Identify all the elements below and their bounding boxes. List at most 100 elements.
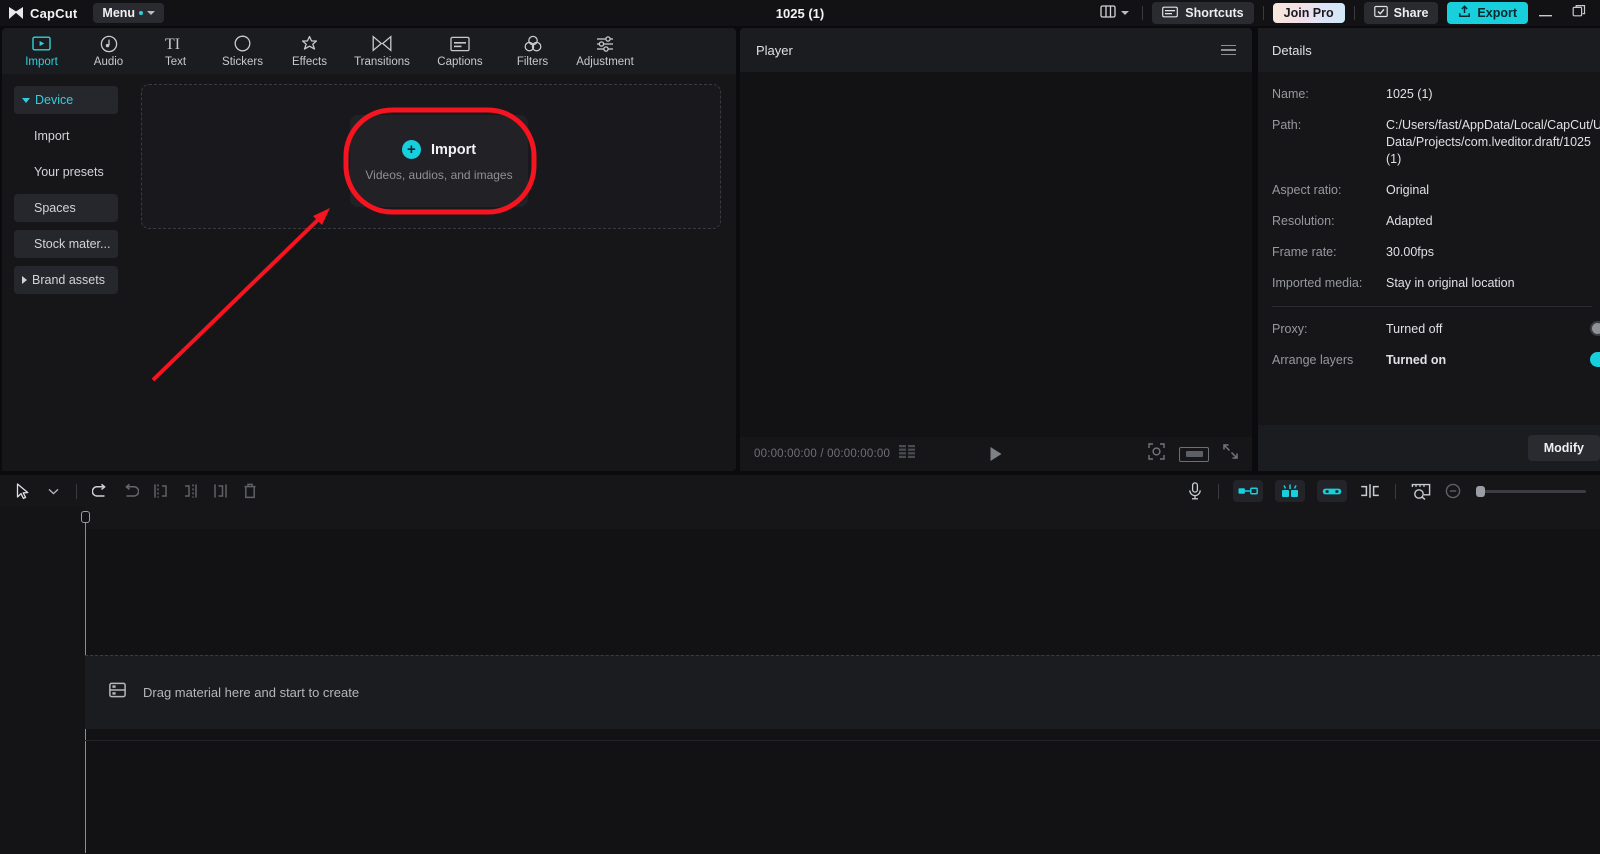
media-placeholder-icon xyxy=(109,682,126,703)
titlebar-right-group: Shortcuts Join Pro Share Export xyxy=(1096,0,1600,26)
details-row-name: Name: 1025 (1) xyxy=(1272,86,1592,103)
player-header: Player xyxy=(740,28,1252,72)
restore-window-button[interactable] xyxy=(1562,0,1596,26)
sidebar-item-spaces[interactable]: Spaces xyxy=(14,194,118,222)
split-both-icon[interactable] xyxy=(205,479,235,503)
tab-import[interactable]: Import xyxy=(8,29,75,73)
link-clip-icon[interactable] xyxy=(1317,480,1347,502)
tab-adjustment[interactable]: Adjustment xyxy=(566,29,644,73)
divider xyxy=(1263,6,1264,20)
share-button[interactable]: Share xyxy=(1364,2,1439,24)
title-bar: CapCut Menu 1025 (1) Shortcuts Join Pro xyxy=(0,0,1600,26)
import-card[interactable]: + Import Videos, audios, and images xyxy=(350,115,528,207)
chevron-down-icon[interactable] xyxy=(38,479,68,503)
library-sidebar: Device Import Your presets Spaces Stock … xyxy=(2,74,130,471)
detail-value: 30.00fps xyxy=(1386,244,1434,261)
menu-notification-dot xyxy=(139,11,143,15)
auto-adjust-icon[interactable] xyxy=(1275,480,1305,502)
tab-effects[interactable]: Effects xyxy=(276,29,343,73)
minimize-button[interactable] xyxy=(1528,0,1562,26)
split-left-icon[interactable] xyxy=(145,479,175,503)
svg-text:TI: TI xyxy=(165,36,180,52)
media-tab-bar: Import Audio TI Text Stickers Effects Tr… xyxy=(2,28,736,74)
layout-panels-icon xyxy=(1100,4,1116,23)
play-triangle-icon[interactable] xyxy=(991,447,1002,461)
split-right-icon[interactable] xyxy=(175,479,205,503)
redo-icon[interactable] xyxy=(115,479,145,503)
tab-filters[interactable]: Filters xyxy=(499,29,566,73)
detail-key: Proxy: xyxy=(1272,321,1386,338)
select-arrow-icon[interactable] xyxy=(8,479,38,503)
split-clip-icon[interactable] xyxy=(1353,479,1387,503)
player-controls-bar: 00:00:00:00 / 00:00:00:00 xyxy=(740,437,1252,471)
timeline-body[interactable]: Drag material here and start to create xyxy=(0,507,1600,854)
export-button[interactable]: Export xyxy=(1447,2,1528,24)
sidebar-item-your-presets[interactable]: Your presets xyxy=(14,158,118,186)
arrange-layers-toggle[interactable] xyxy=(1590,352,1600,367)
zoom-slider-knob[interactable] xyxy=(1476,486,1485,497)
timeline-drop-track[interactable]: Drag material here and start to create xyxy=(85,655,1600,729)
fullscreen-expand-icon[interactable] xyxy=(1223,444,1238,464)
playhead-handle-icon[interactable] xyxy=(81,511,90,523)
tab-text[interactable]: TI Text xyxy=(142,29,209,73)
keyframe-link-icon[interactable] xyxy=(1233,480,1263,502)
sidebar-item-label: Device xyxy=(35,93,73,107)
app-name: CapCut xyxy=(30,6,77,21)
chevron-down-icon xyxy=(147,11,155,15)
aspect-ratio-icon[interactable] xyxy=(1179,447,1209,462)
tab-transitions[interactable]: Transitions xyxy=(343,29,421,73)
sidebar-item-label: Spaces xyxy=(34,201,76,215)
zoom-out-minus-icon[interactable] xyxy=(1438,479,1468,503)
chevron-down-icon xyxy=(1121,11,1129,15)
sidebar-item-device[interactable]: Device xyxy=(14,86,118,114)
delete-trash-icon[interactable] xyxy=(235,479,265,503)
sidebar-item-label: Your presets xyxy=(34,165,104,179)
menu-button[interactable]: Menu xyxy=(93,3,164,23)
adjustment-sliders-icon xyxy=(595,34,615,53)
shortcuts-button[interactable]: Shortcuts xyxy=(1152,2,1253,24)
tab-audio[interactable]: Audio xyxy=(75,29,142,73)
keyboard-icon xyxy=(1162,6,1178,21)
zoom-to-fit-icon[interactable] xyxy=(1404,479,1438,503)
tab-label: Adjustment xyxy=(576,56,634,68)
crop-focus-icon[interactable] xyxy=(1148,443,1165,465)
timeline-track-divider xyxy=(85,740,1600,741)
shortcuts-label: Shortcuts xyxy=(1185,6,1243,20)
app-logo-group: CapCut xyxy=(8,6,77,21)
import-label: Import xyxy=(431,142,476,158)
detail-value: Adapted xyxy=(1386,213,1433,230)
sidebar-item-stock-materials[interactable]: Stock mater... xyxy=(14,230,118,258)
undo-icon[interactable] xyxy=(85,479,115,503)
sidebar-item-brand-assets[interactable]: Brand assets xyxy=(14,266,118,294)
tab-label: Captions xyxy=(437,56,482,68)
sidebar-item-label: Brand assets xyxy=(32,273,105,287)
filters-circles-icon xyxy=(523,34,543,53)
microphone-icon[interactable] xyxy=(1180,479,1210,503)
details-row-resolution: Resolution: Adapted xyxy=(1272,213,1592,230)
proxy-toggle[interactable] xyxy=(1590,321,1600,336)
details-row-path: Path: C:/Users/fast/AppData/Local/CapCut… xyxy=(1272,117,1592,168)
player-title: Player xyxy=(756,43,793,58)
join-pro-label: Join Pro xyxy=(1284,6,1334,20)
sidebar-item-import[interactable]: Import xyxy=(14,122,118,150)
timeline-ruler[interactable] xyxy=(0,507,1600,529)
details-row-aspect-ratio: Aspect ratio: Original xyxy=(1272,182,1592,199)
tab-stickers[interactable]: Stickers xyxy=(209,29,276,73)
minimize-icon xyxy=(1539,4,1552,22)
export-upload-icon xyxy=(1458,5,1471,21)
detail-value: C:/Users/fast/AppData/Local/CapCut/User … xyxy=(1386,117,1576,168)
player-stage[interactable] xyxy=(740,72,1252,437)
divider xyxy=(1218,484,1219,499)
detail-value: Original xyxy=(1386,182,1429,199)
frames-grid-icon[interactable] xyxy=(899,445,916,463)
menu-label: Menu xyxy=(102,6,135,20)
hamburger-menu-icon[interactable] xyxy=(1221,45,1236,56)
join-pro-button[interactable]: Join Pro xyxy=(1273,3,1345,23)
text-ti-icon: TI xyxy=(165,34,187,53)
zoom-slider[interactable] xyxy=(1476,490,1586,493)
layout-button[interactable] xyxy=(1096,4,1133,23)
share-label: Share xyxy=(1394,6,1429,20)
tab-captions[interactable]: Captions xyxy=(421,29,499,73)
detail-value: Turned on xyxy=(1386,352,1446,369)
modify-button[interactable]: Modify xyxy=(1528,435,1600,461)
